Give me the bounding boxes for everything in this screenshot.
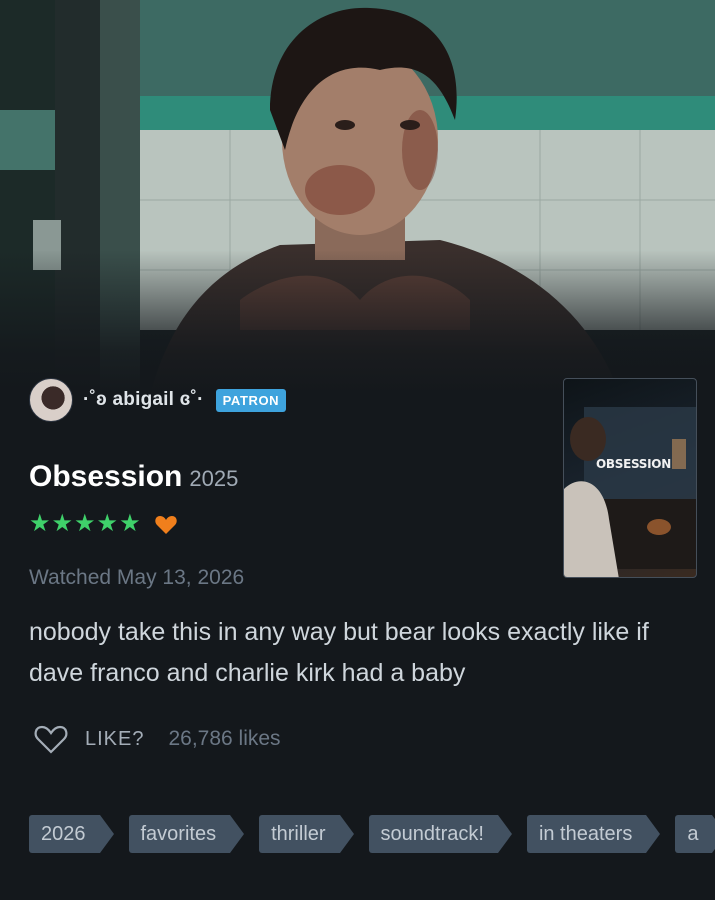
tag[interactable]: a (675, 815, 715, 853)
rating-row: ★★★★★ (29, 512, 178, 536)
like-heart-icon[interactable] (34, 724, 68, 754)
like-count[interactable]: 26,786 likes (168, 727, 280, 751)
tag[interactable]: in theaters (526, 815, 661, 853)
tag-list: 2026 favorites thriller soundtrack! in t… (29, 815, 715, 853)
tag[interactable]: soundtrack! (368, 815, 513, 853)
like-row: LIKE? 26,786 likes (34, 724, 281, 754)
like-button[interactable]: LIKE? (85, 728, 144, 751)
film-title-row: Obsession 2025 (29, 460, 238, 494)
review-text: nobody take this in any way but bear loo… (29, 618, 649, 687)
poster-title: OBSESSION (596, 457, 671, 471)
film-poster[interactable]: OBSESSION (563, 378, 697, 578)
liked-heart-icon (154, 516, 177, 534)
tag[interactable]: thriller (259, 815, 355, 853)
watched-date: Watched May 13, 2026 (29, 566, 245, 589)
star-rating: ★★★★★ (29, 510, 142, 537)
review-header: ·˚ʚ abigail ɞ˚· PATRON (29, 378, 287, 422)
film-year[interactable]: 2025 (189, 466, 238, 492)
patron-badge: PATRON (215, 388, 287, 412)
user-avatar[interactable] (29, 378, 73, 422)
tag[interactable]: favorites (128, 815, 244, 853)
backdrop-image (0, 0, 715, 395)
username-link[interactable]: ·˚ʚ abigail ɞ˚· (83, 389, 204, 411)
film-title[interactable]: Obsession (29, 460, 182, 494)
tag[interactable]: 2026 (29, 815, 113, 853)
